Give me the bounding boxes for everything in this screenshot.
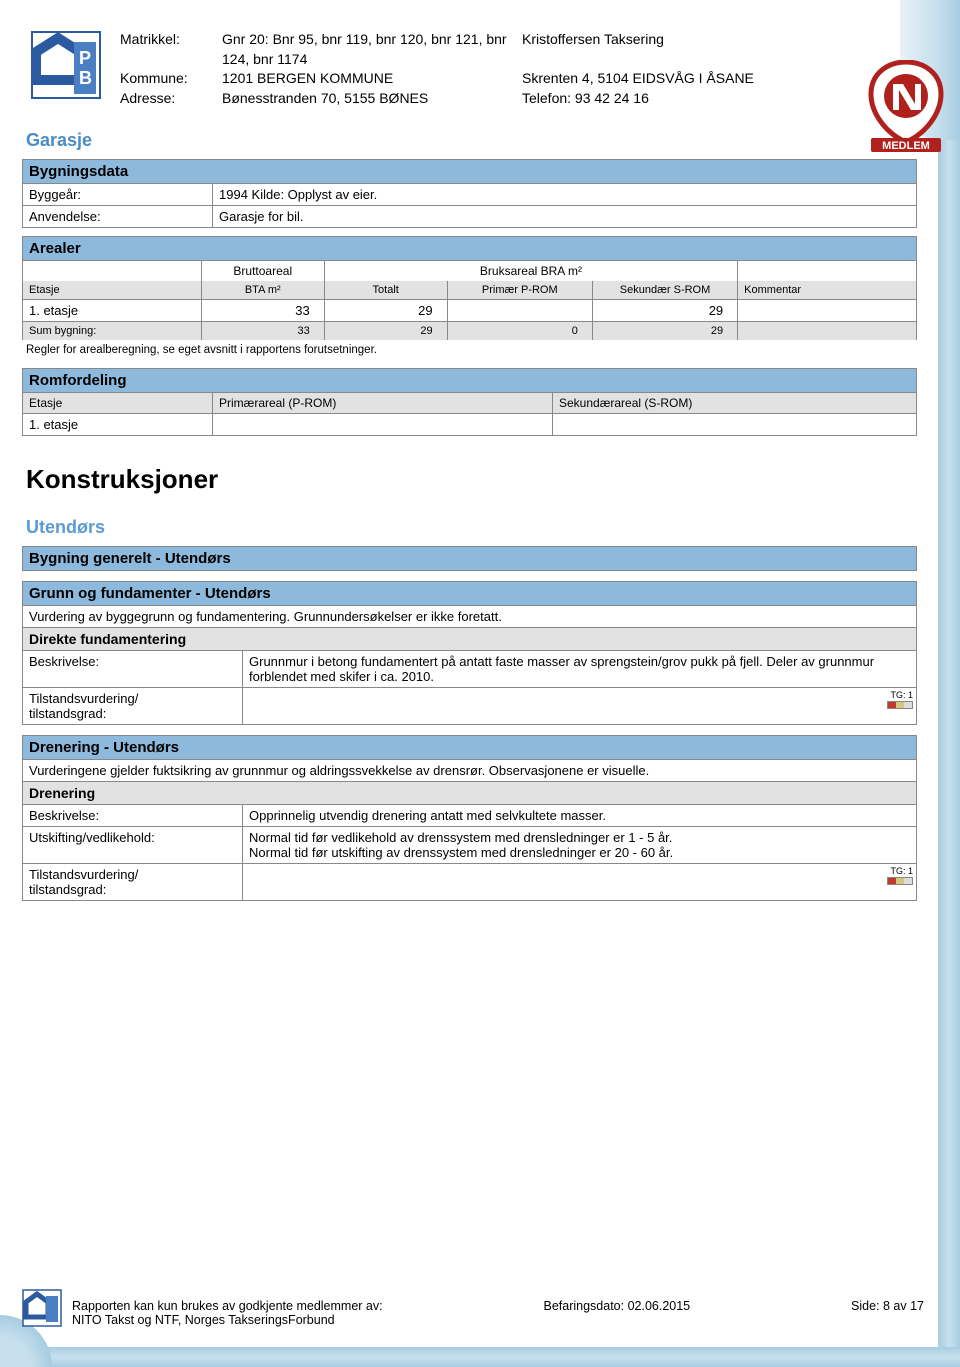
bygningsdata-header: Bygningsdata <box>23 160 917 184</box>
logo-icon: P B <box>30 30 102 100</box>
table-row-sum: Sum bygning: 33 29 0 29 <box>23 322 917 341</box>
col-bta: BTA m² <box>201 281 324 300</box>
page-footer: Rapporten kan kun brukes av godkjente me… <box>72 1299 924 1327</box>
svg-text:MEDLEM: MEDLEM <box>882 140 930 152</box>
col-prom: Primær P-ROM <box>447 281 592 300</box>
byggeaar-label: Byggeår: <box>23 184 213 206</box>
footer-left: Rapporten kan kun brukes av godkjente me… <box>72 1299 383 1327</box>
footer-right: Side: 8 av 17 <box>851 1299 924 1327</box>
table-row: Byggeår: 1994 Kilde: Opplyst av eier. <box>23 184 917 206</box>
footer-logo-icon <box>22 1289 62 1327</box>
table-row: Tilstandsvurdering/ tilstandsgrad: TG: 1 <box>23 864 917 901</box>
table-row: Beskrivelse: Grunnmur i betong fundament… <box>23 651 917 688</box>
sum-kommentar <box>738 322 917 341</box>
sum-bta: 33 <box>201 322 324 341</box>
drenering-intro: Vurderingene gjelder fuktsikring av grun… <box>23 760 917 782</box>
rf-col-prom: Primærareal (P-ROM) <box>213 393 553 414</box>
rf-row-etasje: 1. etasje <box>23 414 213 436</box>
section-konstruksjoner-title: Konstruksjoner <box>26 464 917 495</box>
dren-beskriv-label: Beskrivelse: <box>23 805 243 827</box>
byggeaar-value: 1994 Kilde: Opplyst av eier. <box>213 184 917 206</box>
row-etasje: 1. etasje <box>23 300 202 322</box>
svg-text:P: P <box>79 48 91 68</box>
sum-totalt: 29 <box>324 322 447 341</box>
section-garasje-title: Garasje <box>26 130 917 151</box>
frame-bottom <box>0 1347 960 1367</box>
table-row: Tilstandsvurdering/ tilstandsgrad: TG: 1 <box>23 688 917 725</box>
anvendelse-label: Anvendelse: <box>23 206 213 228</box>
kommune-value: 1201 BERGEN KOMMUNE <box>222 69 512 89</box>
col-bruttoareal: Bruttoareal <box>201 261 324 282</box>
firm-addr: Skrenten 4, 5104 EIDSVÅG I ÅSANE <box>522 69 802 89</box>
grunn-tilstand-value: TG: 1 <box>243 688 917 725</box>
firm-tel: Telefon: 93 42 24 16 <box>522 89 802 109</box>
bygningsdata-table: Bygningsdata Byggeår: 1994 Kilde: Opplys… <box>22 159 917 228</box>
col-bruksareal: Bruksareal BRA m² <box>324 261 737 282</box>
sum-srom: 29 <box>592 322 737 341</box>
drenering-table: Drenering - Utendørs Vurderingene gjelde… <box>22 735 917 901</box>
footer-mid: Befaringsdato: 02.06.2015 <box>543 1299 690 1327</box>
matrikkel-label: Matrikkel: <box>120 30 212 69</box>
section-utendors-title: Utendørs <box>26 517 917 538</box>
rf-col-srom: Sekundærareal (S-ROM) <box>553 393 917 414</box>
grunn-beskriv-label: Beskrivelse: <box>23 651 243 688</box>
dren-tilstand-label: Tilstandsvurdering/ tilstandsgrad: <box>23 864 243 901</box>
document-header: P B Matrikkel: Gnr 20: Bnr 95, bnr 119, … <box>22 30 917 108</box>
frame-right <box>938 0 960 1367</box>
arealer-header: Arealer <box>23 237 917 261</box>
firm-name: Kristoffersen Taksering <box>522 30 802 69</box>
sum-prom: 0 <box>447 322 592 341</box>
grunn-tilstand-label: Tilstandsvurdering/ tilstandsgrad: <box>23 688 243 725</box>
table-row: Beskrivelse: Opprinnelig utvendig drener… <box>23 805 917 827</box>
table-row: Utskifting/vedlikehold: Normal tid før v… <box>23 827 917 864</box>
row-srom: 29 <box>592 300 737 322</box>
table-row: 1. etasje <box>23 414 917 436</box>
col-totalt: Totalt <box>324 281 447 300</box>
dren-utskift-value: Normal tid før vedlikehold av drenssyste… <box>243 827 917 864</box>
col-etasje: Etasje <box>23 281 202 300</box>
row-totalt: 29 <box>324 300 447 322</box>
tg-badge: TG: 1 <box>887 690 913 709</box>
drenering-header: Drenering - Utendørs <box>23 736 917 760</box>
grunn-beskriv-value: Grunnmur i betong fundamentert på antatt… <box>243 651 917 688</box>
col-kommentar: Kommentar <box>738 281 917 300</box>
rf-row-prom <box>213 414 553 436</box>
dren-utskift-label: Utskifting/vedlikehold: <box>23 827 243 864</box>
rf-col-etasje: Etasje <box>23 393 213 414</box>
table-row: Anvendelse: Garasje for bil. <box>23 206 917 228</box>
sum-label: Sum bygning: <box>23 322 202 341</box>
grunn-header: Grunn og fundamenter - Utendørs <box>23 582 917 606</box>
table-row: 1. etasje 33 29 29 <box>23 300 917 322</box>
bygning-generelt-table: Bygning generelt - Utendørs <box>22 546 917 571</box>
adresse-value: Bønesstranden 70, 5155 BØNES <box>222 89 512 109</box>
dren-beskriv-value: Opprinnelig utvendig drenering antatt me… <box>243 805 917 827</box>
arealer-note: Regler for arealberegning, se eget avsni… <box>26 344 917 356</box>
drenering-sub: Drenering <box>23 782 917 805</box>
anvendelse-value: Garasje for bil. <box>213 206 917 228</box>
grunn-intro: Vurdering av byggegrunn og fundamenterin… <box>23 606 917 628</box>
romfordeling-header: Romfordeling <box>23 369 917 393</box>
medlem-badge-icon: MEDLEM <box>865 60 947 155</box>
row-kommentar <box>738 300 917 322</box>
col-srom: Sekundær S-ROM <box>592 281 737 300</box>
rf-row-srom <box>553 414 917 436</box>
row-prom <box>447 300 592 322</box>
grunn-fundamenter-table: Grunn og fundamenter - Utendørs Vurderin… <box>22 581 917 725</box>
grunn-sub: Direkte fundamentering <box>23 628 917 651</box>
dren-tilstand-value: TG: 1 <box>243 864 917 901</box>
svg-text:B: B <box>79 68 92 88</box>
row-bta: 33 <box>201 300 324 322</box>
adresse-label: Adresse: <box>120 89 212 109</box>
matrikkel-value: Gnr 20: Bnr 95, bnr 119, bnr 120, bnr 12… <box>222 30 512 69</box>
bygning-generelt-header: Bygning generelt - Utendørs <box>23 547 917 571</box>
tg-badge: TG: 1 <box>887 866 913 885</box>
kommune-label: Kommune: <box>120 69 212 89</box>
romfordeling-table: Romfordeling Etasje Primærareal (P-ROM) … <box>22 368 917 436</box>
arealer-table: Arealer Bruttoareal Bruksareal BRA m² Et… <box>22 236 917 340</box>
